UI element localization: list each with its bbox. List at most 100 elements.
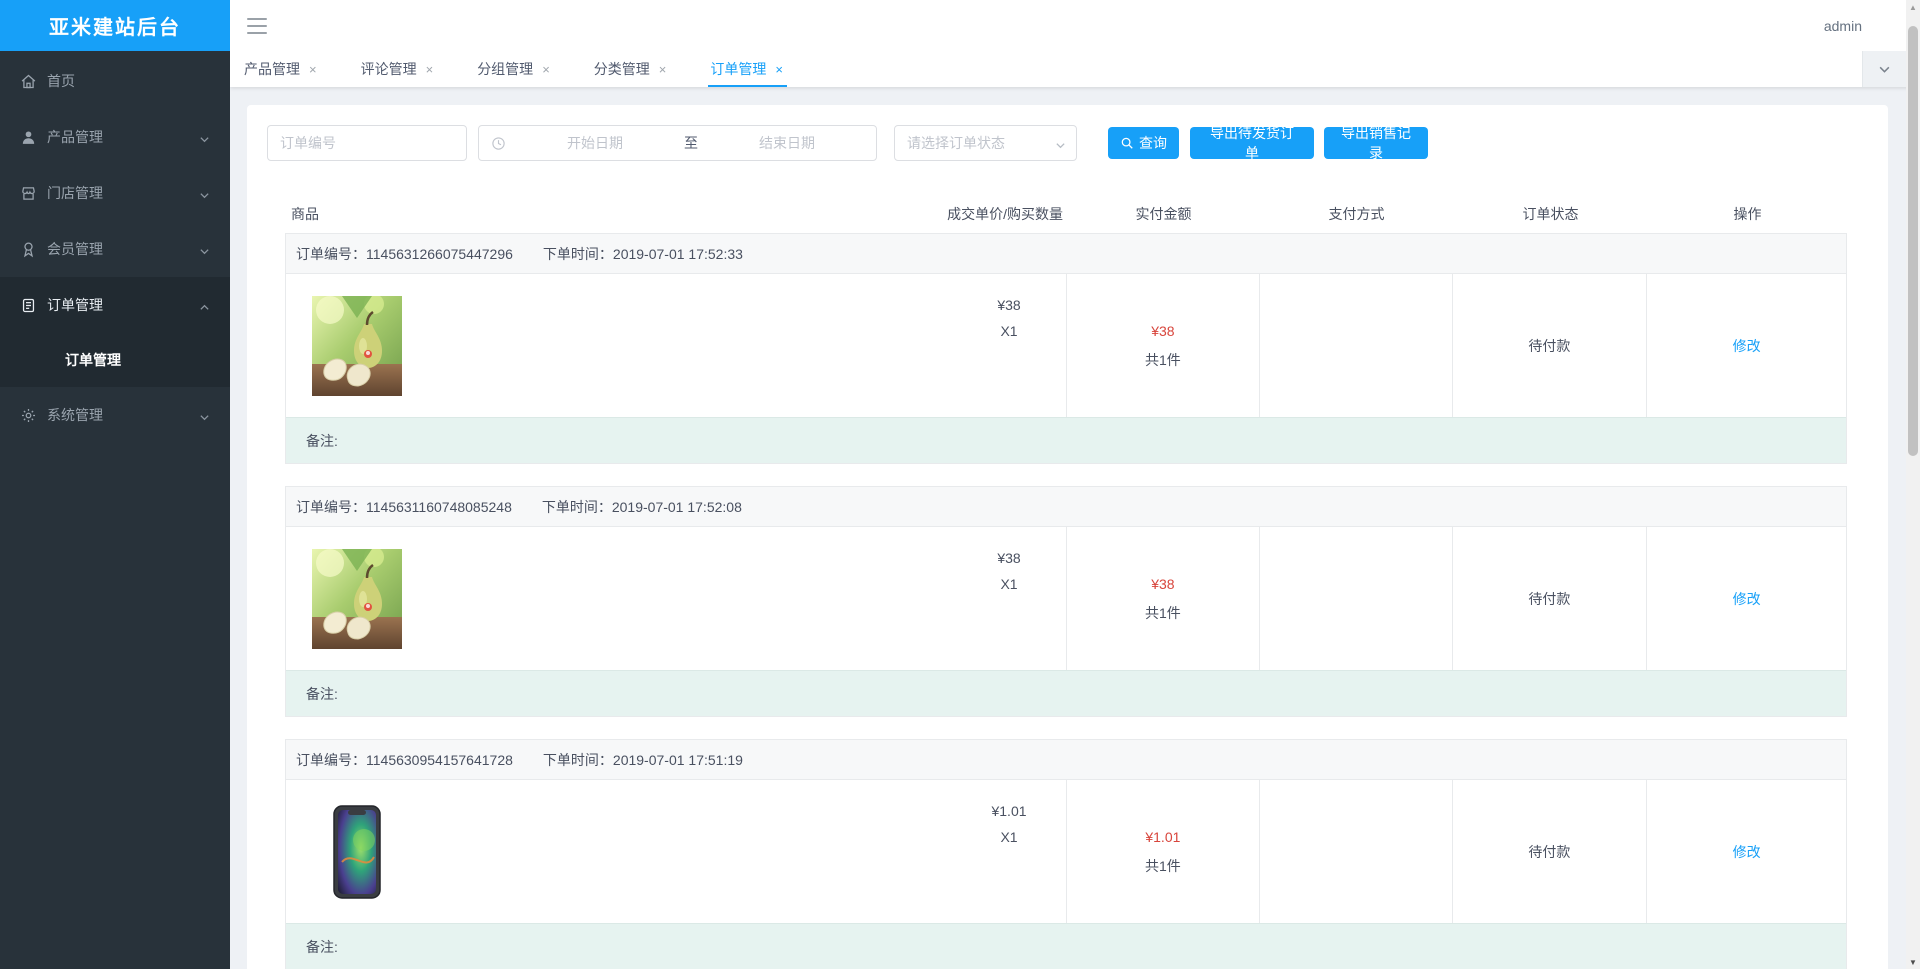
unit-price: ¥38	[997, 550, 1021, 566]
pay-method-cell	[1260, 780, 1453, 923]
order-time-label: 下单时间：	[541, 498, 612, 515]
order-management-card: 开始日期 至 结束日期 请选择订单状态 查询 导出待发货订单	[247, 105, 1888, 969]
modify-link[interactable]: 修改	[1733, 336, 1761, 356]
tab-comment-management[interactable]: 评论管理 ×	[361, 51, 434, 87]
table-header-row: 商品 成交单价/购买数量 实付金额 支付方式 订单状态 操作	[285, 195, 1847, 233]
select-placeholder: 请选择订单状态	[907, 135, 1005, 151]
sidebar-item-label: 会员管理	[47, 241, 103, 257]
close-icon[interactable]: ×	[542, 63, 550, 76]
orders-table: 商品 成交单价/购买数量 实付金额 支付方式 订单状态 操作 订单编号： 1145…	[285, 195, 1847, 969]
close-icon[interactable]: ×	[426, 63, 434, 76]
tab-order-management[interactable]: 订单管理 ×	[708, 51, 787, 87]
order-icon	[20, 297, 37, 314]
pay-method-cell	[1260, 274, 1453, 417]
close-icon[interactable]: ×	[775, 63, 783, 76]
search-button-label: 查询	[1139, 135, 1167, 151]
user-icon	[20, 129, 37, 146]
order-no-value: 1145631160748085248	[366, 498, 512, 515]
close-icon[interactable]: ×	[659, 63, 667, 76]
date-separator: 至	[684, 135, 698, 151]
scroll-up-arrow-icon[interactable]: ▲	[1906, 0, 1920, 14]
date-range-picker[interactable]: 开始日期 至 结束日期	[478, 125, 877, 161]
modify-link[interactable]: 修改	[1733, 842, 1761, 862]
modify-link[interactable]: 修改	[1733, 589, 1761, 609]
store-icon	[20, 185, 37, 202]
order-header-row: 订单编号： 1145631160748085248 下单时间：2019-07-01…	[286, 487, 1846, 527]
gear-icon	[20, 407, 37, 424]
unit-price-block: ¥38 X1	[986, 274, 1032, 344]
tab-group-management[interactable]: 分组管理 ×	[477, 51, 550, 87]
tabs-dropdown-button[interactable]	[1862, 51, 1906, 87]
sidebar-subitem-order-management[interactable]: 订单管理	[0, 333, 230, 387]
order-number-input[interactable]	[267, 125, 467, 161]
sidebar-item-products[interactable]: 产品管理	[0, 109, 230, 165]
sidebar-item-system[interactable]: 系统管理	[0, 387, 230, 443]
order-header-row: 订单编号： 1145630954157641728 下单时间：2019-07-01…	[286, 740, 1846, 780]
tab-label: 评论管理	[360, 61, 417, 77]
main-area: admin 产品管理 × 评论管理 × 分组管理 × 分类管理 × 订单管理 ×	[230, 0, 1920, 969]
piece-count: 共1件	[1144, 604, 1181, 621]
scrollbar-thumb[interactable]	[1908, 26, 1918, 456]
search-button[interactable]: 查询	[1108, 127, 1179, 159]
content-area: 开始日期 至 结束日期 请选择订单状态 查询 导出待发货订单	[230, 87, 1920, 969]
tab-product-management[interactable]: 产品管理 ×	[244, 51, 317, 87]
column-header-unit-price-qty: 成交单价/购买数量	[947, 206, 1063, 222]
export-sales-records-button[interactable]: 导出销售记录	[1324, 125, 1428, 161]
remark-label: 备注:	[306, 432, 338, 449]
tab-label: 产品管理	[244, 61, 300, 77]
order-remark-row: 备注:	[286, 670, 1846, 716]
scroll-down-arrow-icon[interactable]: ▼	[1906, 955, 1920, 969]
sidebar-item-label: 首页	[47, 73, 75, 89]
app-logo: 亚米建站后台	[0, 0, 230, 51]
home-icon	[20, 73, 37, 90]
sidebar-item-label: 门店管理	[47, 185, 103, 201]
order-no-label: 订单编号：	[296, 498, 366, 515]
order-body-row: ¥38 X1 ¥38 共1件 待付款 修改	[286, 527, 1846, 670]
order-time-value: 2019-07-01 17:52:08	[611, 498, 742, 515]
pear-product-photo	[312, 548, 402, 649]
chevron-down-icon	[1055, 138, 1066, 149]
column-header-paid-amount: 实付金额	[1135, 206, 1192, 222]
paid-amount: ¥38	[1151, 322, 1175, 339]
column-header-product: 商品	[291, 206, 319, 222]
order-block: 订单编号： 1145631266075447296 下单时间：2019-07-01…	[285, 233, 1847, 464]
menu-collapse-icon[interactable]	[247, 17, 267, 34]
unit-price: ¥1.01	[991, 803, 1027, 819]
tab-label: 分组管理	[477, 61, 534, 77]
order-header-row: 订单编号： 1145631266075447296 下单时间：2019-07-01…	[286, 234, 1846, 274]
order-no-label: 订单编号：	[296, 245, 366, 262]
sidebar-group-orders: 订单管理 订单管理	[0, 277, 230, 387]
sidebar-item-home[interactable]: 首页	[0, 53, 230, 109]
chevron-down-icon	[1879, 66, 1890, 73]
sidebar: 亚米建站后台 首页 产品管理 门店管理 会员管理 订单管理 订单管理 系统管理	[0, 0, 230, 969]
order-block: 订单编号： 1145630954157641728 下单时间：2019-07-01…	[285, 739, 1847, 969]
order-time-value: 2019-07-01 17:51:19	[612, 751, 743, 768]
order-no-value: 1145630954157641728	[366, 751, 513, 768]
order-status-select[interactable]: 请选择订单状态	[894, 125, 1077, 161]
quantity: X1	[1000, 576, 1018, 592]
sidebar-item-members[interactable]: 会员管理	[0, 221, 230, 277]
piece-count: 共1件	[1144, 351, 1181, 368]
order-status: 待付款	[1528, 337, 1571, 354]
tab-label: 订单管理	[710, 61, 767, 77]
order-body-row: ¥38 X1 ¥38 共1件 待付款 修改	[286, 274, 1846, 417]
vertical-scrollbar[interactable]: ▲ ▼	[1906, 0, 1920, 969]
order-remark-row: 备注:	[286, 923, 1846, 969]
remark-label: 备注:	[306, 685, 338, 702]
sidebar-item-label: 产品管理	[47, 129, 103, 145]
user-menu[interactable]: admin	[1824, 18, 1862, 34]
order-status: 待付款	[1528, 843, 1571, 860]
paid-amount: ¥38	[1151, 575, 1175, 592]
sidebar-item-stores[interactable]: 门店管理	[0, 165, 230, 221]
quantity: X1	[1000, 323, 1018, 339]
order-time-label: 下单时间：	[542, 245, 613, 262]
close-icon[interactable]: ×	[309, 63, 317, 76]
iphone-product-photo	[312, 801, 402, 902]
search-icon	[1120, 136, 1134, 150]
tab-category-management[interactable]: 分类管理 ×	[594, 51, 667, 87]
sidebar-item-orders[interactable]: 订单管理	[0, 277, 230, 333]
order-no-value: 1145631266075447296	[366, 245, 513, 262]
top-header: admin	[230, 0, 1920, 51]
sidebar-item-label: 订单管理	[47, 297, 103, 313]
export-pending-orders-button[interactable]: 导出待发货订单	[1190, 125, 1314, 161]
